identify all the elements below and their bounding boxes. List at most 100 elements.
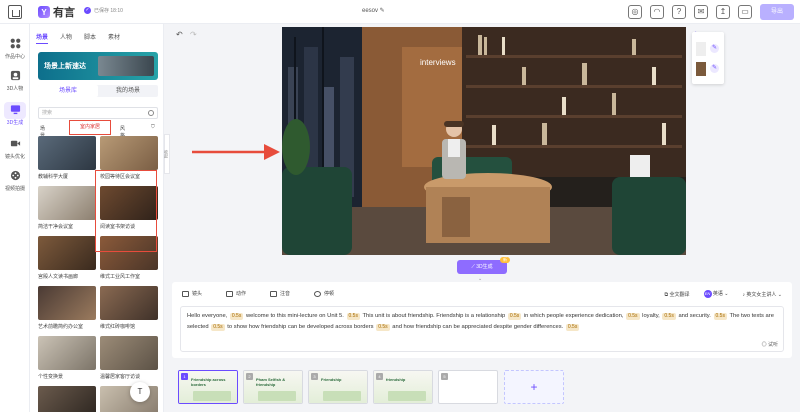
- rail-label: 作品中心: [4, 54, 25, 60]
- tab-script[interactable]: 脚本: [84, 32, 96, 44]
- logo-mark-icon: Y: [38, 6, 50, 18]
- script-editor: 镜头 动作 注音 停顿 ⧉ 全文翻译 EN 英语 ⌄ ♪ 英文女主讲人 ⌄ He…: [172, 282, 792, 358]
- filter-row: 场景 ⌄ 室内家居 风格 ⌄ ⛉: [38, 120, 158, 139]
- document-title[interactable]: eesov ✎: [362, 7, 385, 14]
- filter-style[interactable]: 风格 ⌄: [120, 124, 125, 139]
- toolbar-camera[interactable]: 镜头: [182, 290, 202, 297]
- scene-card[interactable]: 艺术前瞻简约办公室: [38, 286, 96, 330]
- subtab-my-scenes[interactable]: 我的场景: [98, 85, 158, 97]
- scene-card[interactable]: [38, 386, 96, 412]
- saved-check-icon: ✓: [84, 7, 91, 14]
- script-text: in which people experience dedication,: [522, 313, 626, 319]
- pause-icon: [314, 290, 322, 297]
- annotation-arrow: [192, 144, 280, 160]
- action-icon: [226, 290, 234, 297]
- translate-button[interactable]: ⧉ 全文翻译: [665, 291, 690, 298]
- filter-scene[interactable]: 场景 ⌄: [40, 124, 45, 139]
- folder-icon[interactable]: ▭: [738, 5, 752, 19]
- pause-tag[interactable]: 0.5s: [211, 324, 225, 331]
- rail-item-works[interactable]: 作品中心: [0, 36, 30, 60]
- banner-text: 场景上新速达: [44, 63, 86, 70]
- editor-toolbar-right: ⧉ 全文翻译 EN 英语 ⌄ ♪ 英文女主讲人 ⌄: [665, 290, 782, 298]
- scene-card[interactable]: 教辅科学大厦: [38, 136, 96, 180]
- text-fab-button[interactable]: T: [130, 382, 150, 402]
- upload-icon[interactable]: ↥: [716, 5, 730, 19]
- scene-panel: 场景 人物 脚本 素材 场景上新速达 场景库 我的场景 搜索 场景 ⌄ 室内家居…: [30, 24, 164, 412]
- edit-avatar-icon[interactable]: ✎: [710, 44, 719, 53]
- generate-3d-button[interactable]: ⟋ 3D生成: [457, 260, 507, 274]
- pause-tag[interactable]: 0.5s: [662, 313, 676, 320]
- pause-tag[interactable]: 0.5s: [346, 313, 360, 320]
- scene-thumbnail: [100, 336, 158, 370]
- undo-icon[interactable]: ↶: [176, 30, 183, 39]
- tab-scene[interactable]: 场景: [36, 32, 49, 44]
- script-text: welcome to this mini-lecture on Unit 5.: [244, 313, 346, 319]
- script-text: to show how friendship can be developed …: [225, 324, 376, 330]
- logo-text: 有言: [53, 7, 75, 19]
- scene-card[interactable]: 简洁干净会议室: [38, 186, 96, 230]
- script-text-area[interactable]: Hello everyone, 0.5s welcome to this min…: [180, 306, 784, 352]
- slide-number: 3: [311, 373, 318, 380]
- scene-card[interactable]: 维式红砖咖啡馆: [100, 286, 158, 330]
- rail-item-3d-generate[interactable]: 3D生成: [0, 102, 30, 126]
- help-icon[interactable]: ?: [672, 5, 686, 19]
- listen-button[interactable]: ◎ 试听: [762, 341, 778, 348]
- toolbar-phonetic[interactable]: 注音: [270, 290, 290, 297]
- export-button[interactable]: 导出: [760, 4, 794, 20]
- scene-card[interactable]: 温馨居家客厅访谈: [100, 336, 158, 380]
- person-icon: [10, 70, 20, 81]
- scene-thumbnail: [38, 386, 96, 412]
- mail-icon[interactable]: ✉: [694, 5, 708, 19]
- filter-indoor[interactable]: 室内家居: [69, 120, 111, 135]
- slide-thumbnail[interactable]: friendship 4: [373, 370, 433, 404]
- redo-icon[interactable]: ↷: [190, 30, 197, 39]
- slide-thumbnail[interactable]: Friendship across borders 1: [178, 370, 238, 404]
- rail-label: 视频拍摄: [4, 186, 25, 192]
- slide-thumbnail[interactable]: Pham Selfish & friendship 2: [243, 370, 303, 404]
- rail-item-camera[interactable]: 镜头优化: [0, 136, 30, 160]
- scene-thumb[interactable]: [696, 62, 706, 76]
- rail-label: 3D生成: [6, 120, 24, 126]
- scene-card[interactable]: 个性变换景: [38, 336, 96, 380]
- banner-image: [98, 56, 154, 76]
- rail-item-3d-person[interactable]: 3D人物: [0, 68, 30, 92]
- pause-tag[interactable]: 0.5s: [713, 313, 727, 320]
- avatar-thumb[interactable]: [696, 42, 706, 56]
- slide-thumbnail[interactable]: Friendship 3: [308, 370, 368, 404]
- pause-tag[interactable]: 0.5s: [565, 324, 580, 331]
- pause-tag[interactable]: 0.5s: [626, 313, 640, 320]
- subtab-library[interactable]: 场景库: [38, 85, 98, 97]
- app-root: Y 有言 ✓ 已保存 18:10 eesov ✎ ◎ ◠ ? ✉ ↥ ▭ 导出 …: [0, 0, 800, 412]
- filter-funnel-icon[interactable]: ⛉: [151, 124, 155, 130]
- pause-tag[interactable]: 0.5s: [229, 313, 244, 320]
- headset-icon[interactable]: ◎: [628, 5, 642, 19]
- tab-person[interactable]: 人物: [60, 32, 72, 44]
- add-slide-button[interactable]: +: [504, 370, 564, 404]
- tab-material[interactable]: 素材: [108, 32, 120, 44]
- scene-caption: 宫殿人文读书画廊: [38, 274, 79, 280]
- scene-render: interviews: [282, 27, 686, 255]
- panel-collapse-handle[interactable]: 收起: [164, 134, 170, 174]
- scene-card[interactable]: 宫殿人文读书画廊: [38, 236, 96, 280]
- toolbar-pause[interactable]: 停顿: [314, 290, 334, 297]
- slide-graphic: [388, 391, 426, 401]
- slide-thumbnail[interactable]: 5: [438, 370, 498, 404]
- promo-banner[interactable]: 场景上新速达: [38, 52, 158, 80]
- rail-item-video[interactable]: 视频拍摄: [0, 168, 30, 192]
- editor-toolbar: 镜头 动作 注音 停顿: [182, 290, 334, 297]
- film-icon: [10, 170, 20, 181]
- search-icon[interactable]: [148, 110, 154, 116]
- edit-scene-icon[interactable]: ✎: [710, 64, 719, 73]
- voice-select[interactable]: ♪ 英文女主讲人 ⌄: [743, 291, 783, 298]
- pause-tag[interactable]: 0.5s: [507, 313, 522, 320]
- pause-tag[interactable]: 0.5s: [376, 324, 390, 331]
- logo: Y 有言: [38, 4, 75, 20]
- search-input[interactable]: 搜索: [38, 107, 158, 119]
- scene-preview[interactable]: interviews: [282, 27, 686, 255]
- toolbar-action[interactable]: 动作: [226, 290, 246, 297]
- scene-caption: 个性变换景: [38, 374, 64, 380]
- script-text: and how friendship can be appreciated de…: [390, 324, 565, 330]
- language-select[interactable]: EN 英语 ⌄: [703, 290, 729, 298]
- home-icon[interactable]: [8, 5, 22, 19]
- bell-icon[interactable]: ◠: [650, 5, 664, 19]
